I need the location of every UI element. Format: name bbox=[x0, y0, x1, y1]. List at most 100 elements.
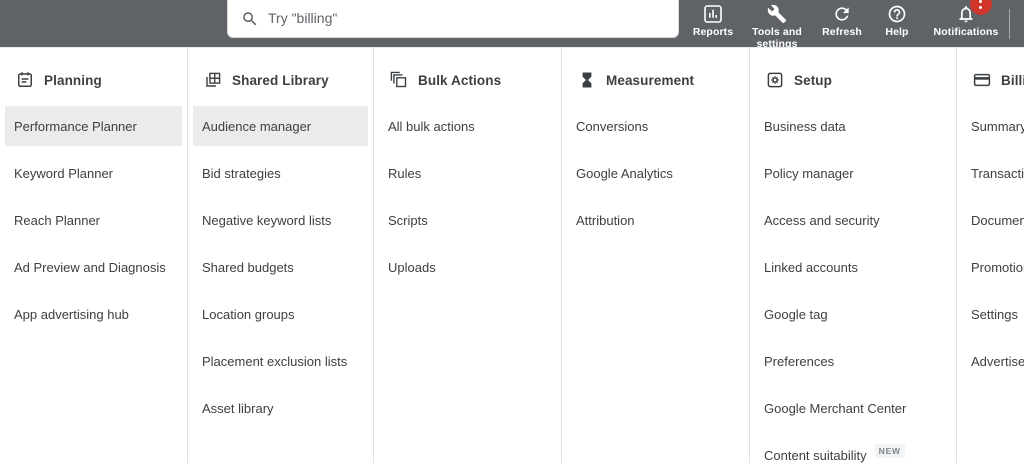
menu-item-label: Business data bbox=[764, 119, 846, 134]
tools-icon bbox=[767, 4, 787, 24]
menu-item-rules[interactable]: Rules bbox=[374, 150, 561, 197]
menu-item-preferences[interactable]: Preferences bbox=[750, 338, 956, 385]
menu-item-label: Summary bbox=[971, 119, 1024, 134]
menu-item-label: Linked accounts bbox=[764, 260, 858, 275]
tools-and-settings-button[interactable]: Tools and settings bbox=[742, 0, 812, 50]
billing-icon bbox=[973, 71, 991, 89]
menu-item-audience-manager[interactable]: Audience manager bbox=[188, 103, 373, 150]
menu-item-label: Audience manager bbox=[202, 119, 312, 134]
menu-item-google-merchant-center[interactable]: Google Merchant Center bbox=[750, 385, 956, 432]
reports-label: Reports bbox=[692, 26, 734, 38]
menu-item-label: Asset library bbox=[202, 401, 274, 416]
notifications-label: Notifications bbox=[933, 26, 999, 38]
menu-item-policy-manager[interactable]: Policy manager bbox=[750, 150, 956, 197]
measurement-icon bbox=[578, 71, 596, 89]
menu-item-location-groups[interactable]: Location groups bbox=[188, 291, 373, 338]
menu-item-conversions[interactable]: Conversions bbox=[562, 103, 749, 150]
topbar-divider bbox=[1009, 9, 1010, 39]
notifications-button[interactable]: Notifications bbox=[922, 0, 1010, 47]
menu-item-scripts[interactable]: Scripts bbox=[374, 197, 561, 244]
menu-item-bid-strategies[interactable]: Bid strategies bbox=[188, 150, 373, 197]
help-icon bbox=[887, 4, 907, 24]
help-label: Help bbox=[885, 26, 909, 38]
menu-item-label: App advertising hub bbox=[14, 307, 129, 322]
search-input[interactable] bbox=[268, 8, 668, 28]
menu-item-label: Reach Planner bbox=[14, 213, 100, 228]
menu-item-label: Policy manager bbox=[764, 166, 854, 181]
reports-button[interactable]: Reports bbox=[684, 0, 742, 47]
menu-item-linked-accounts[interactable]: Linked accounts bbox=[750, 244, 956, 291]
menu-item-label: Performance Planner bbox=[14, 119, 137, 134]
menu-item-negative-keyword-lists[interactable]: Negative keyword lists bbox=[188, 197, 373, 244]
menu-item-settings[interactable]: Settings bbox=[957, 291, 1024, 338]
menu-item-placement-exclusion-lists[interactable]: Placement exclusion lists bbox=[188, 338, 373, 385]
menu-item-google-analytics[interactable]: Google Analytics bbox=[562, 150, 749, 197]
menu-item-access-and-security[interactable]: Access and security bbox=[750, 197, 956, 244]
menu-item-label: Bid strategies bbox=[202, 166, 281, 181]
setup-header: Setup bbox=[750, 47, 956, 103]
menu-item-transactions[interactable]: Transactions bbox=[957, 150, 1024, 197]
new-badge: NEW bbox=[874, 443, 905, 458]
menu-item-label: Rules bbox=[388, 166, 422, 181]
topbar-actions: Reports Tools and settings Refresh Help … bbox=[684, 0, 1010, 50]
menu-item-asset-library[interactable]: Asset library bbox=[188, 385, 373, 432]
column-title: Planning bbox=[44, 72, 102, 88]
billing-header: Billing bbox=[957, 47, 1024, 103]
column-title: Measurement bbox=[606, 72, 695, 88]
menu-item-keyword-planner[interactable]: Keyword Planner bbox=[0, 150, 187, 197]
menu-item-label: Shared budgets bbox=[202, 260, 294, 275]
menu-item-label: Google Analytics bbox=[576, 166, 673, 181]
menu-item-documents[interactable]: Documents bbox=[957, 197, 1024, 244]
search-box[interactable] bbox=[227, 0, 679, 38]
menu-item-label: Placement exclusion lists bbox=[202, 354, 348, 369]
menu-item-label: Negative keyword lists bbox=[202, 213, 332, 228]
menu-item-content-suitability[interactable]: Content suitability NEW bbox=[750, 432, 956, 463]
menu-item-label: Uploads bbox=[388, 260, 436, 275]
menu-column-setup: Setup Business data Policy manager Acces… bbox=[750, 47, 957, 463]
menu-item-advertiser-verification[interactable]: Advertiser verification bbox=[957, 338, 1024, 385]
menu-column-measurement: Measurement Conversions Google Analytics… bbox=[562, 47, 750, 463]
planning-header: Planning bbox=[0, 47, 187, 103]
menu-item-shared-budgets[interactable]: Shared budgets bbox=[188, 244, 373, 291]
measurement-header: Measurement bbox=[562, 47, 749, 103]
menu-item-label: Keyword Planner bbox=[14, 166, 113, 181]
menu-item-summary[interactable]: Summary bbox=[957, 103, 1024, 150]
menu-item-all-bulk-actions[interactable]: All bulk actions bbox=[374, 103, 561, 150]
top-app-bar: Reports Tools and settings Refresh Help … bbox=[0, 0, 1024, 50]
menu-item-label: Attribution bbox=[576, 213, 635, 228]
refresh-label: Refresh bbox=[822, 26, 862, 38]
tools-and-settings-label: Tools and settings bbox=[752, 26, 802, 50]
menu-item-label: Access and security bbox=[764, 213, 880, 228]
menu-item-label: Preferences bbox=[764, 354, 835, 369]
menu-item-ad-preview-and-diagnosis[interactable]: Ad Preview and Diagnosis bbox=[0, 244, 187, 291]
setup-icon bbox=[766, 71, 784, 89]
help-button[interactable]: Help bbox=[872, 0, 922, 47]
menu-item-attribution[interactable]: Attribution bbox=[562, 197, 749, 244]
menu-item-label: All bulk actions bbox=[388, 119, 475, 134]
menu-item-business-data[interactable]: Business data bbox=[750, 103, 956, 150]
menu-item-performance-planner[interactable]: Performance Planner bbox=[0, 103, 187, 150]
refresh-icon bbox=[832, 4, 852, 24]
menu-item-google-tag[interactable]: Google tag bbox=[750, 291, 956, 338]
refresh-button[interactable]: Refresh bbox=[812, 0, 872, 47]
planning-icon bbox=[16, 71, 34, 89]
menu-item-reach-planner[interactable]: Reach Planner bbox=[0, 197, 187, 244]
menu-column-billing: Billing Summary Transactions Documents P… bbox=[957, 47, 1024, 463]
menu-item-label: Conversions bbox=[576, 119, 649, 134]
menu-item-label: Content suitability bbox=[764, 448, 867, 463]
menu-item-label: Location groups bbox=[202, 307, 295, 322]
menu-item-uploads[interactable]: Uploads bbox=[374, 244, 561, 291]
menu-column-planning: Planning Performance Planner Keyword Pla… bbox=[0, 47, 188, 463]
shared-library-icon bbox=[204, 71, 222, 89]
shared-library-header: Shared Library bbox=[188, 47, 373, 103]
menu-item-promotions[interactable]: Promotions bbox=[957, 244, 1024, 291]
column-title: Billing bbox=[1001, 72, 1024, 88]
menu-item-label: Google Merchant Center bbox=[764, 401, 907, 416]
reports-icon bbox=[703, 4, 723, 24]
menu-item-app-advertising-hub[interactable]: App advertising hub bbox=[0, 291, 187, 338]
menu-item-label: Settings bbox=[971, 307, 1018, 322]
notification-badge-count bbox=[979, 0, 982, 3]
column-title: Setup bbox=[794, 72, 833, 88]
tools-and-settings-menu: Planning Performance Planner Keyword Pla… bbox=[0, 47, 1024, 463]
menu-item-label: Advertiser verification bbox=[971, 354, 1024, 369]
